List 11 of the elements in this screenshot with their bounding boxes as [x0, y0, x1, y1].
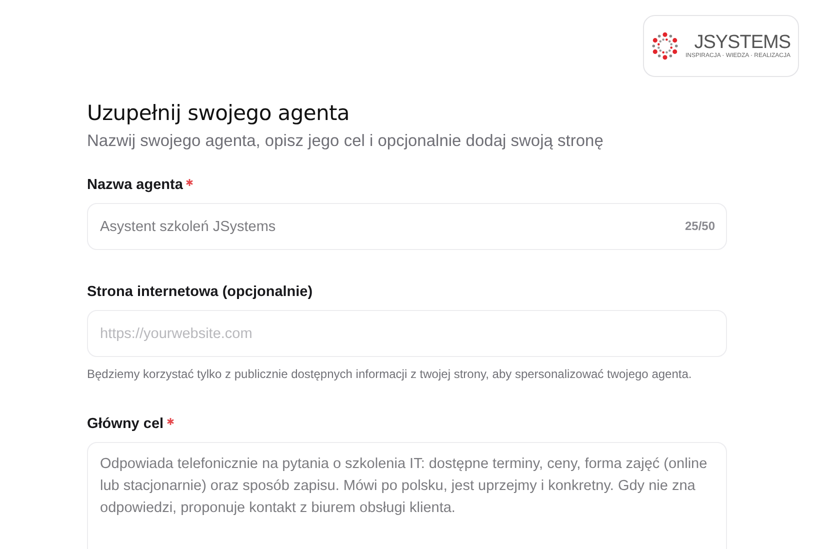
- page-title: Uzupełnij swojego agenta: [87, 101, 350, 125]
- field-label: Strona internetowa (opcjonalnie): [87, 284, 313, 300]
- logo-icon: [651, 32, 680, 60]
- goal-textarea[interactable]: Odpowiada telefonicznie na pytania o szkolenia IT: dostępne terminy, ceny, forma zajęć (online lub stacjonarnie) oraz sposób zapisu. Mówi po polsku, jest uprzejmy i konkretny. Gdy nie zna odpowiedzi, proponuje kontakt z biurem obsługi klienta.: [87, 442, 727, 549]
- help-text: Będziemy korzystać tylko z publicznie dostępnych informacji z twojej strony, aby spersonalizować twojego agenta.: [87, 366, 693, 382]
- page-subtitle: Nazwij swojego agenta, opisz jego cel i opcjonalnie dodaj swoją stronę: [87, 132, 604, 151]
- field-label: Nazwa agenta: [87, 177, 183, 193]
- logo-text: JSYSTEMS: [694, 32, 791, 52]
- character-counter: 25/50: [684, 219, 715, 233]
- field-label: Główny cel: [87, 416, 164, 432]
- text-field[interactable]: https://yourwebsite.com: [87, 310, 727, 357]
